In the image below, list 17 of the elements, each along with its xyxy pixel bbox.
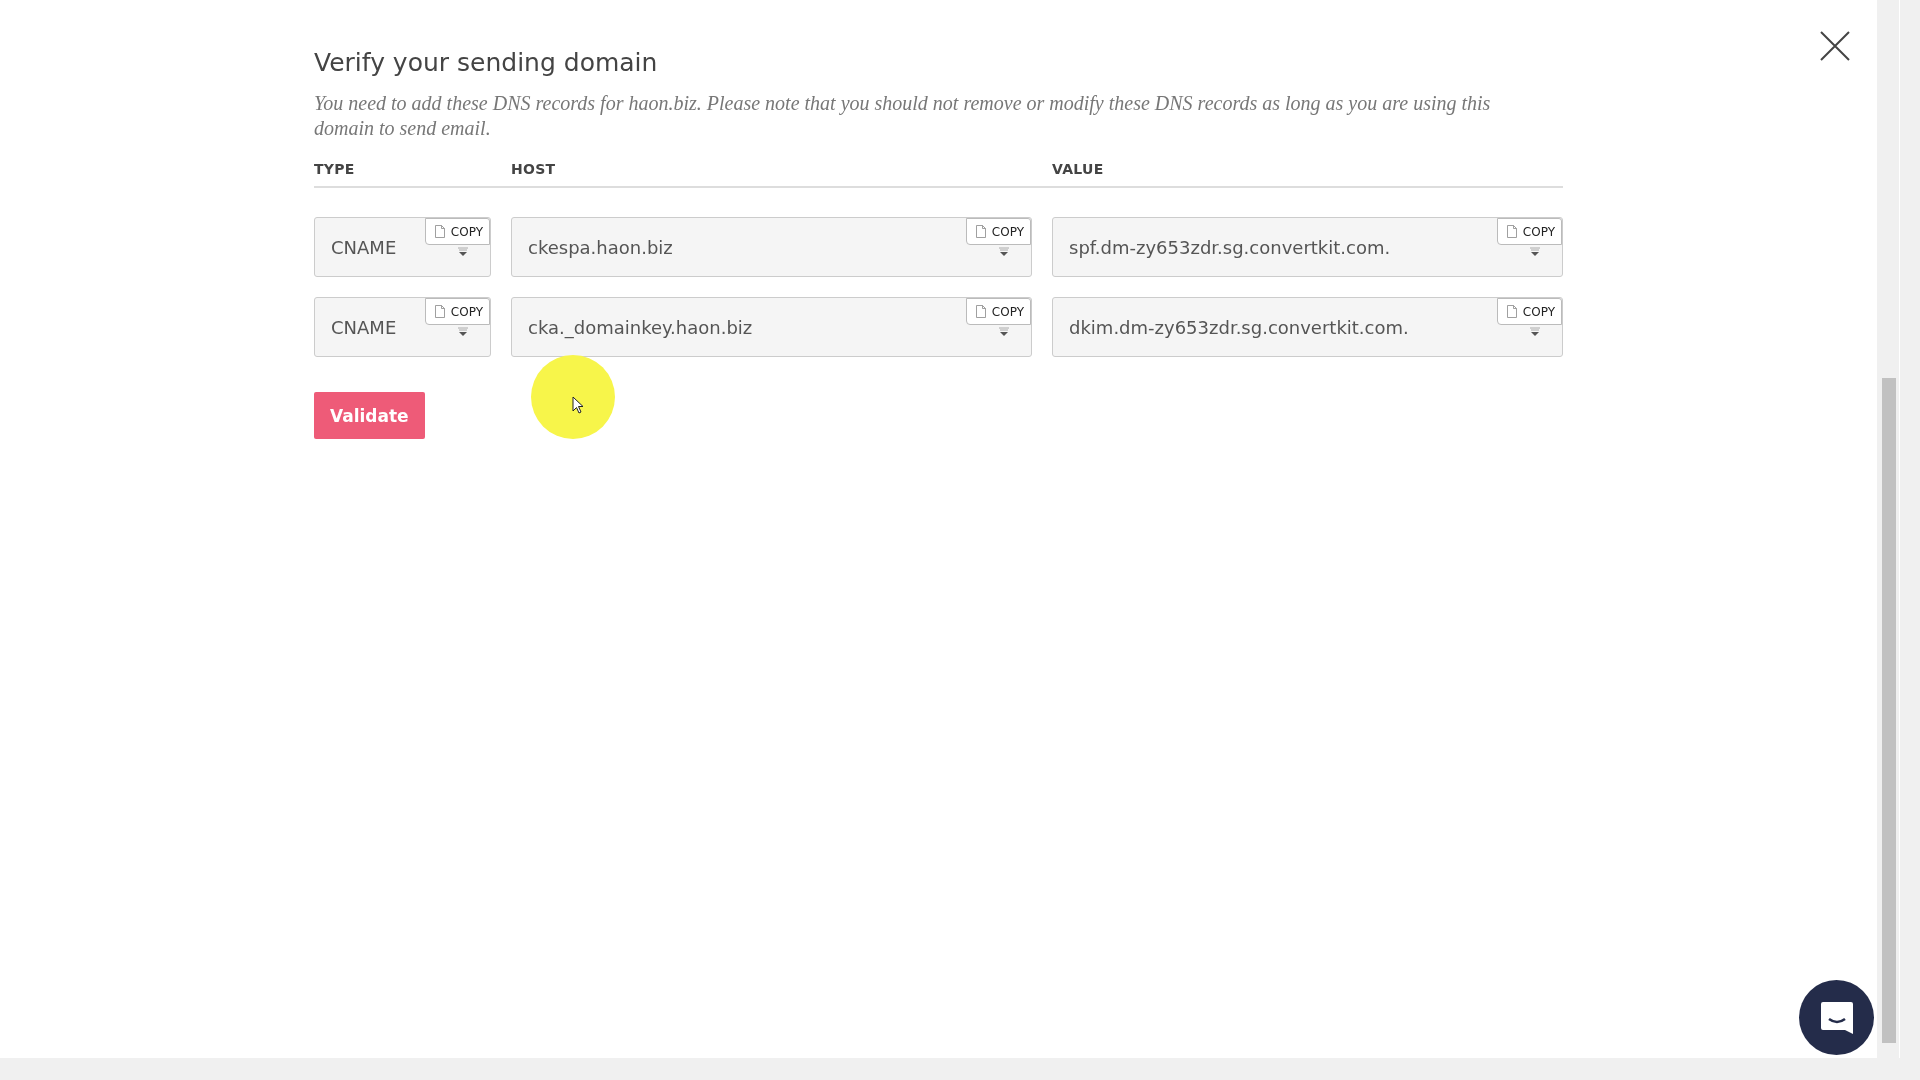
copy-button[interactable]: COPY: [1496, 298, 1562, 325]
column-header: TYPE: [314, 161, 356, 177]
record-field[interactable]: ckespa.haon.biz COPY: [511, 217, 1032, 277]
column-header: VALUE: [1052, 161, 1105, 177]
description-text: You need to add these DNS records for haon.biz. Please note that you should not remove or modify these DNS records as long as you are using this domain to send email.: [314, 91, 1492, 141]
record-field[interactable]: cka._domainkey.haon.biz COPY: [511, 297, 1032, 357]
copy-button[interactable]: COPY: [424, 298, 490, 325]
copy-button[interactable]: COPY: [424, 218, 490, 245]
dialog-title: Verify your sending domain: [314, 48, 659, 77]
record-field[interactable]: spf.dm-zy653zdr.sg.convertkit.com. COPY: [1052, 217, 1563, 277]
record-field[interactable]: dkim.dm-zy653zdr.sg.convertkit.com. COPY: [1052, 297, 1563, 357]
copy-button[interactable]: COPY: [965, 218, 1031, 245]
record-field[interactable]: CNAME COPY: [314, 217, 491, 277]
copy-button[interactable]: COPY: [1496, 218, 1562, 245]
column-header: HOST: [511, 161, 557, 177]
copy-button[interactable]: COPY: [965, 298, 1031, 325]
record-field[interactable]: CNAME COPY: [314, 297, 491, 357]
